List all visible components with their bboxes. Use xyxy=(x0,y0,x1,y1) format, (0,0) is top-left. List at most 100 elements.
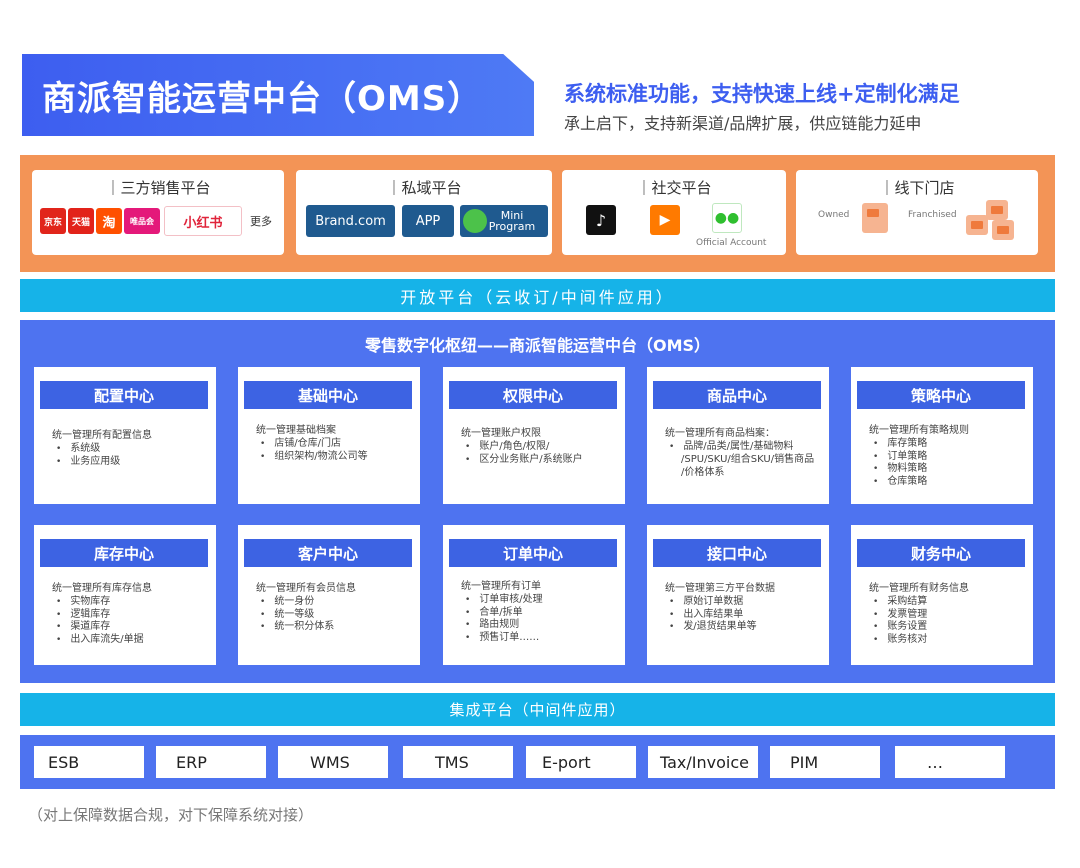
franchised-store-icon-1 xyxy=(986,200,1008,220)
module-items: 库存策略 订单策略 物料策略 仓库策略 xyxy=(873,438,1027,488)
module-finance-center[interactable]: 财务中心 统一管理所有财务信息 采购结算 发票管理 账务设置 账务核对 xyxy=(851,525,1033,665)
module-title: 财务中心 xyxy=(857,539,1025,567)
systems-layer: ESB ERP WMS TMS E-port Tax/Invoice PIM … xyxy=(20,735,1055,789)
list-item: 仓库策略 xyxy=(873,476,1027,489)
list-item: 库存策略 xyxy=(873,438,1027,451)
list-item: 实物库存 xyxy=(56,596,210,609)
system-erp[interactable]: ERP xyxy=(156,746,266,778)
oms-panel: 零售数字化枢纽——商派智能运营中台（OMS） 配置中心 统一管理所有配置信息 系… xyxy=(20,320,1055,683)
list-item: 发/退货结果单等 xyxy=(669,621,823,634)
list-item: 原始订单数据 xyxy=(669,596,823,609)
offline-card: ｜线下门店 Owned Franchised xyxy=(796,170,1038,255)
franchised-store-icon-2 xyxy=(966,215,988,235)
app-button[interactable]: APP xyxy=(402,205,454,237)
module-title: 商品中心 xyxy=(653,381,821,409)
module-permission-center[interactable]: 权限中心 统一管理账户权限 账户/角色/权限/ 区分业务账户/系统账户 xyxy=(443,367,625,504)
open-platform-bar: 开放平台（云收订/中间件应用） xyxy=(20,279,1055,312)
franchised-label: Franchised xyxy=(908,210,957,220)
list-item: 店铺/仓库/门店 xyxy=(260,438,414,451)
mini-program-icon xyxy=(463,209,487,233)
list-item: 账务核对 xyxy=(873,634,1027,647)
list-item: 出入库结果单 xyxy=(669,609,823,622)
brand-com-button[interactable]: Brand.com xyxy=(306,205,395,237)
xiaohongshu-logo-icon[interactable]: 小红书 xyxy=(164,206,242,236)
list-item: 订单审核/处理 xyxy=(465,594,619,607)
module-items: 实物库存 逻辑库存 渠道库存 出入库流失/单据 xyxy=(56,596,210,646)
module-intro: 统一管理所有配置信息 xyxy=(52,430,152,441)
module-title: 客户中心 xyxy=(244,539,412,567)
module-customer-center[interactable]: 客户中心 统一管理所有会员信息 统一身份 统一等级 统一积分体系 xyxy=(238,525,420,665)
jd-logo-icon[interactable]: 京东 xyxy=(40,208,66,234)
module-items: 店铺/仓库/门店 组织架构/物流公司等 xyxy=(260,438,414,463)
module-title: 权限中心 xyxy=(449,381,617,409)
module-inventory-center[interactable]: 库存中心 统一管理所有库存信息 实物库存 逻辑库存 渠道库存 出入库流失/单据 xyxy=(34,525,216,665)
module-interface-center[interactable]: 接口中心 统一管理第三方平台数据 原始订单数据 出入库结果单 发/退货结果单等 xyxy=(647,525,829,665)
list-item: 预售订单…… xyxy=(465,632,619,645)
system-more[interactable]: … xyxy=(895,746,1005,778)
official-account-label: Official Account xyxy=(696,238,767,248)
third-party-card: ｜三方销售平台 京东 天猫 淘 唯品会 小红书 更多 xyxy=(32,170,284,255)
oms-heading: 零售数字化枢纽——商派智能运营中台（OMS） xyxy=(364,336,711,355)
wechat-logo-icon[interactable]: ●● xyxy=(712,203,742,233)
integration-platform-bar: 集成平台（中间件应用） xyxy=(20,693,1055,726)
module-config-center[interactable]: 配置中心 统一管理所有配置信息 系统级 业务应用级 xyxy=(34,367,216,504)
kuaishou-logo-icon[interactable]: ▶ xyxy=(650,205,680,235)
system-tms[interactable]: TMS xyxy=(403,746,513,778)
module-intro: 统一管理第三方平台数据 xyxy=(665,583,775,594)
module-product-center[interactable]: 商品中心 统一管理所有商品档案： 品牌/品类/属性/基础物料 /SPU/SKU/… xyxy=(647,367,829,504)
module-extra-line: /价格体系 xyxy=(681,467,725,478)
module-title: 策略中心 xyxy=(857,381,1025,409)
douyin-logo-icon[interactable]: ♪ xyxy=(586,205,616,235)
private-domain-title: ｜私域平台 xyxy=(386,179,462,197)
module-intro: 统一管理所有财务信息 xyxy=(869,583,969,594)
system-esb[interactable]: ESB xyxy=(34,746,144,778)
list-item: 物料策略 xyxy=(873,463,1027,476)
module-intro: 统一管理所有策略规则 xyxy=(869,425,969,436)
module-basic-center[interactable]: 基础中心 统一管理基础档案 店铺/仓库/门店 组织架构/物流公司等 xyxy=(238,367,420,504)
more-label[interactable]: 更多 xyxy=(250,213,272,229)
list-item: 发票管理 xyxy=(873,609,1027,622)
module-title: 库存中心 xyxy=(40,539,208,567)
mini-program-button[interactable]: Mini Program xyxy=(460,205,548,237)
list-item: 订单策略 xyxy=(873,451,1027,464)
module-intro: 统一管理账户权限 xyxy=(461,428,541,439)
list-item: 出入库流失/单据 xyxy=(56,634,210,647)
module-intro: 统一管理所有库存信息 xyxy=(52,583,152,594)
taobao-logo-icon[interactable]: 淘 xyxy=(96,208,122,234)
module-items: 采购结算 发票管理 账务设置 账务核对 xyxy=(873,596,1027,646)
list-item: 系统级 xyxy=(56,443,210,456)
franchised-store-icon-3 xyxy=(992,220,1014,240)
module-extra-line: /SPU/SKU/组合SKU/销售商品 xyxy=(681,454,815,465)
list-item: 组织架构/物流公司等 xyxy=(260,451,414,464)
list-item: 合单/拆单 xyxy=(465,607,619,620)
vip-logo-icon[interactable]: 唯品会 xyxy=(124,208,160,234)
private-domain-card: ｜私域平台 Brand.com APP Mini Program xyxy=(296,170,552,255)
tmall-logo-icon[interactable]: 天猫 xyxy=(68,208,94,234)
system-pim[interactable]: PIM xyxy=(770,746,880,778)
social-card: ｜社交平台 ♪ ▶ ●● Official Account xyxy=(562,170,786,255)
channel-layer: ｜三方销售平台 京东 天猫 淘 唯品会 小红书 更多 ｜私域平台 Brand.c… xyxy=(20,155,1055,272)
system-eport[interactable]: E-port xyxy=(526,746,636,778)
module-items: 统一身份 统一等级 统一积分体系 xyxy=(260,596,414,634)
system-wms[interactable]: WMS xyxy=(278,746,388,778)
system-tax-invoice[interactable]: Tax/Invoice xyxy=(648,746,758,778)
list-item: 统一等级 xyxy=(260,609,414,622)
module-order-center[interactable]: 订单中心 统一管理所有订单 订单审核/处理 合单/拆单 路由规则 预售订单…… xyxy=(443,525,625,665)
list-item: 账务设置 xyxy=(873,621,1027,634)
social-title: ｜社交平台 xyxy=(636,179,712,197)
subslogan: 承上启下，支持新渠道/品牌扩展，供应链能力延申 xyxy=(564,114,922,133)
list-item: 区分业务账户/系统账户 xyxy=(465,454,619,467)
list-item: 采购结算 xyxy=(873,596,1027,609)
module-intro: 统一管理所有订单 xyxy=(461,581,541,592)
list-item: 品牌/品类/属性/基础物料 xyxy=(669,441,823,454)
module-title: 订单中心 xyxy=(449,539,617,567)
third-party-title: ｜三方销售平台 xyxy=(105,179,211,197)
module-intro: 统一管理基础档案 xyxy=(256,425,336,436)
list-item: 路由规则 xyxy=(465,619,619,632)
page-title: 商派智能运营中台（OMS） xyxy=(42,78,483,119)
list-item: 逻辑库存 xyxy=(56,609,210,622)
module-intro: 统一管理所有商品档案： xyxy=(665,428,775,439)
module-intro: 统一管理所有会员信息 xyxy=(256,583,356,594)
owned-label: Owned xyxy=(818,210,850,220)
module-strategy-center[interactable]: 策略中心 统一管理所有策略规则 库存策略 订单策略 物料策略 仓库策略 xyxy=(851,367,1033,504)
